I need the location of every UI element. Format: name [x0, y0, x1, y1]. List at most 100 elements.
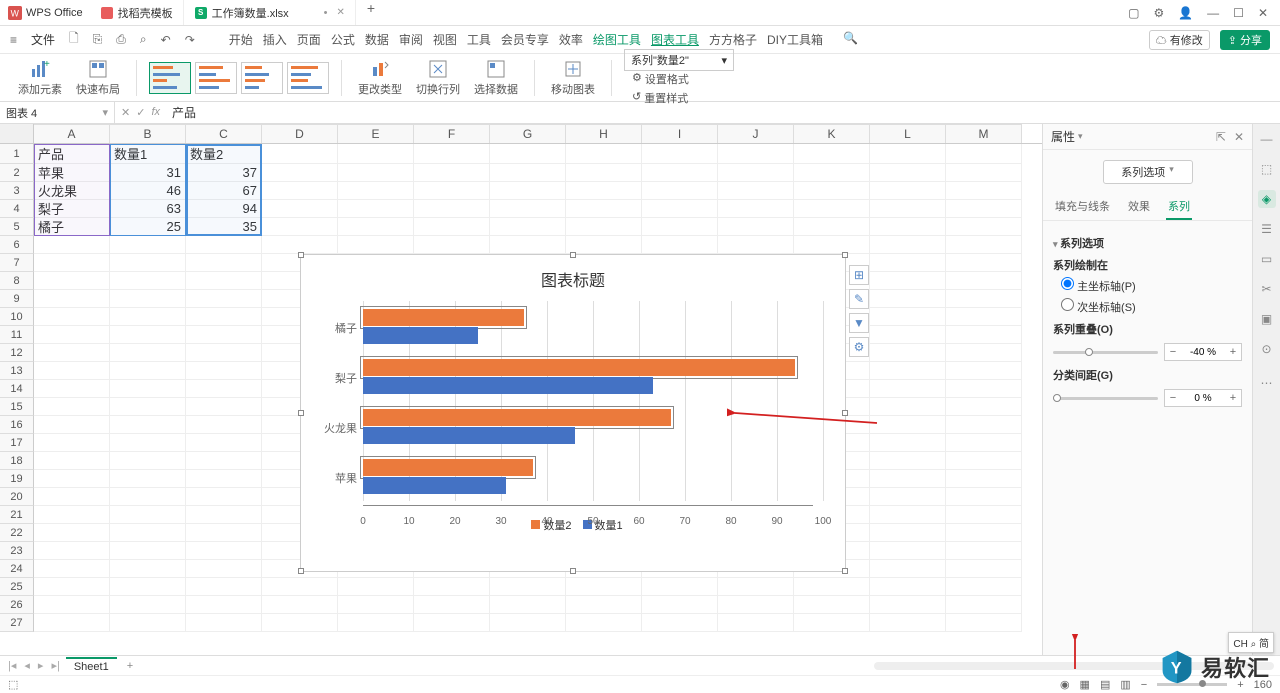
cell[interactable] — [110, 254, 186, 272]
menu-page[interactable]: 页面 — [297, 31, 321, 48]
cell[interactable] — [186, 272, 262, 290]
cell[interactable] — [870, 236, 946, 254]
cell[interactable]: 橘子 — [34, 218, 110, 236]
cell[interactable]: 苹果 — [34, 164, 110, 182]
bar-series2[interactable] — [363, 359, 795, 376]
switch-rowcol-button[interactable]: 切换行列 — [412, 59, 464, 97]
cell[interactable] — [946, 254, 1022, 272]
gap-spinner[interactable]: − + — [1164, 389, 1242, 407]
cell[interactable] — [338, 218, 414, 236]
hamburger-icon[interactable]: ≡ — [10, 33, 17, 47]
cell[interactable] — [794, 236, 870, 254]
sheet-last-icon[interactable]: ▸| — [49, 659, 61, 672]
cell[interactable] — [946, 488, 1022, 506]
cell[interactable] — [262, 164, 338, 182]
cell[interactable] — [34, 398, 110, 416]
row-header[interactable]: 19 — [0, 470, 34, 488]
redo-icon[interactable]: ↷ — [185, 33, 195, 47]
cell[interactable] — [870, 470, 946, 488]
cell[interactable] — [642, 614, 718, 632]
series-options-select[interactable]: 系列选项▾ — [1103, 160, 1193, 184]
tab-effect[interactable]: 效果 — [1126, 194, 1152, 220]
menu-ffgz[interactable]: 方方格子 — [709, 31, 757, 48]
side-properties-icon[interactable]: ◈ — [1258, 190, 1276, 208]
cell[interactable] — [34, 236, 110, 254]
cell[interactable] — [642, 236, 718, 254]
menu-review[interactable]: 审阅 — [399, 31, 423, 48]
preview-icon[interactable]: ⌕ — [140, 32, 147, 47]
cell[interactable] — [870, 326, 946, 344]
cell[interactable] — [338, 182, 414, 200]
close-icon[interactable]: ✕ — [337, 7, 345, 18]
cell[interactable] — [642, 182, 718, 200]
cell[interactable] — [186, 308, 262, 326]
cell[interactable] — [718, 596, 794, 614]
cell[interactable] — [110, 308, 186, 326]
view-normal-icon[interactable]: ▦ — [1080, 678, 1090, 691]
row-header[interactable]: 1 — [0, 144, 34, 164]
cell[interactable] — [870, 218, 946, 236]
bar-series1[interactable] — [363, 377, 653, 394]
cell[interactable] — [566, 578, 642, 596]
cell[interactable] — [34, 272, 110, 290]
cell[interactable] — [414, 218, 490, 236]
cell[interactable] — [414, 596, 490, 614]
cell[interactable] — [186, 362, 262, 380]
cell[interactable] — [946, 452, 1022, 470]
avatar-icon[interactable]: 👤 — [1178, 6, 1193, 20]
tab-template[interactable]: 找稻壳模板 — [91, 0, 184, 25]
row-header[interactable]: 12 — [0, 344, 34, 362]
cell[interactable] — [870, 308, 946, 326]
cell[interactable] — [946, 614, 1022, 632]
cell[interactable] — [490, 578, 566, 596]
cell[interactable]: 数量2 — [186, 144, 262, 164]
cell[interactable] — [946, 236, 1022, 254]
cell[interactable] — [870, 290, 946, 308]
cell[interactable] — [946, 524, 1022, 542]
cell[interactable] — [186, 452, 262, 470]
cell[interactable] — [110, 542, 186, 560]
cell[interactable] — [34, 524, 110, 542]
column-header[interactable]: G — [490, 124, 566, 143]
column-header[interactable]: E — [338, 124, 414, 143]
cell[interactable] — [870, 452, 946, 470]
cell[interactable] — [870, 506, 946, 524]
cell[interactable] — [946, 344, 1022, 362]
row-header[interactable]: 9 — [0, 290, 34, 308]
cell[interactable] — [946, 362, 1022, 380]
side-objects-icon[interactable]: ▭ — [1258, 250, 1276, 268]
chart-elements-button[interactable]: ⊞ — [849, 265, 869, 285]
decrement-button[interactable]: − — [1165, 390, 1181, 406]
row-header[interactable]: 24 — [0, 560, 34, 578]
record-icon[interactable]: ⬚ — [8, 678, 18, 691]
undo-icon[interactable]: ↶ — [161, 33, 171, 47]
column-header[interactable]: J — [718, 124, 794, 143]
cell[interactable] — [262, 182, 338, 200]
menu-tool[interactable]: 工具 — [467, 31, 491, 48]
row-header[interactable]: 18 — [0, 452, 34, 470]
cell[interactable] — [642, 578, 718, 596]
reset-style-button[interactable]: ↺ 重置样式 — [632, 90, 734, 106]
cell[interactable] — [186, 470, 262, 488]
cell[interactable] — [870, 254, 946, 272]
menu-chart-tools[interactable]: 图表工具 — [651, 31, 699, 48]
settings-icon[interactable]: ⚙ — [1153, 6, 1164, 20]
cell[interactable] — [718, 218, 794, 236]
cell[interactable] — [794, 144, 870, 164]
tab-series[interactable]: 系列 — [1166, 194, 1192, 220]
side-more-icon[interactable]: ⊙ — [1258, 340, 1276, 358]
cell[interactable] — [338, 144, 414, 164]
gap-slider[interactable] — [1053, 397, 1158, 400]
increment-button[interactable]: + — [1225, 344, 1241, 360]
move-chart-button[interactable]: 移动图表 — [547, 59, 599, 97]
cell[interactable]: 梨子 — [34, 200, 110, 218]
cell[interactable] — [110, 236, 186, 254]
series-selector[interactable]: 系列"数量2"▾ — [624, 49, 734, 71]
side-collapse-icon[interactable]: — — [1258, 130, 1276, 148]
name-box[interactable]: 图表 4▾ — [0, 102, 115, 123]
cell[interactable] — [566, 614, 642, 632]
cell[interactable] — [946, 578, 1022, 596]
cell[interactable] — [338, 614, 414, 632]
cell[interactable] — [34, 344, 110, 362]
cell[interactable] — [186, 236, 262, 254]
